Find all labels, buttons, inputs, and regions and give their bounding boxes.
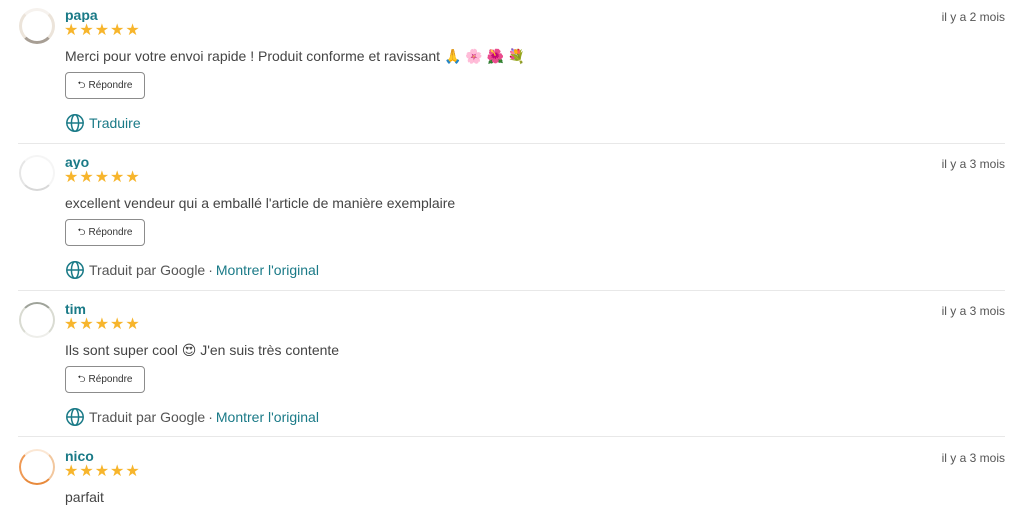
reply-arrow-icon: ⮌ (77, 373, 86, 385)
review-comment: parfait (65, 489, 104, 505)
reply-button[interactable]: ⮌ Répondre (65, 366, 145, 393)
star-rating: ★★★★★ (64, 169, 141, 186)
review-date: il y a 3 mois (941, 304, 1005, 318)
globe-icon (66, 408, 84, 426)
review-date: il y a 3 mois (941, 451, 1005, 465)
show-original-link[interactable]: Montrer l'original (216, 409, 319, 425)
reply-button[interactable]: ⮌ Répondre (65, 72, 145, 99)
translate-row: Traduire (65, 113, 141, 133)
review-date: il y a 2 mois (941, 10, 1005, 24)
reviews-feed: papa ★★★★★ il y a 2 mois Merci pour votr… (0, 0, 1024, 507)
star-rating: ★★★★★ (64, 316, 141, 333)
divider (18, 290, 1005, 291)
reply-arrow-icon: ⮌ (77, 79, 86, 91)
avatar[interactable] (19, 155, 55, 191)
star-rating: ★★★★★ (64, 22, 141, 39)
reply-arrow-icon: ⮌ (77, 226, 86, 238)
avatar[interactable] (19, 302, 55, 338)
reviewer-name[interactable]: papa (65, 8, 98, 22)
avatar[interactable] (19, 449, 55, 485)
show-original-link[interactable]: Montrer l'original (216, 262, 319, 278)
reviewer-name[interactable]: ayo (65, 155, 89, 169)
review-comment: Merci pour votre envoi rapide ! Produit … (65, 48, 526, 64)
translate-link[interactable]: Traduire (89, 115, 141, 131)
translation-notice: Traduit par Google · Montrer l'original (65, 407, 319, 427)
avatar[interactable] (19, 8, 55, 44)
star-rating: ★★★★★ (64, 463, 141, 480)
review-comment: Ils sont super cool 😍 J'en suis très con… (65, 342, 340, 358)
separator-dot: · (208, 409, 213, 425)
reviewer-name[interactable]: nico (65, 449, 94, 463)
reply-button-label: Répondre (88, 227, 133, 238)
separator-dot: · (208, 262, 213, 278)
reply-button[interactable]: ⮌ Répondre (65, 219, 145, 246)
reply-button-label: Répondre (88, 374, 133, 385)
divider (18, 143, 1005, 144)
review-date: il y a 3 mois (941, 157, 1005, 171)
reply-button-label: Répondre (88, 80, 133, 91)
reviewer-name[interactable]: tim (65, 302, 86, 316)
divider (18, 436, 1005, 437)
translation-notice: Traduit par Google · Montrer l'original (65, 260, 319, 280)
globe-icon (66, 114, 84, 132)
translated-by-label: Traduit par Google (89, 262, 206, 278)
review-comment: excellent vendeur qui a emballé l'articl… (65, 195, 456, 211)
globe-icon (66, 261, 84, 279)
translated-by-label: Traduit par Google (89, 409, 206, 425)
